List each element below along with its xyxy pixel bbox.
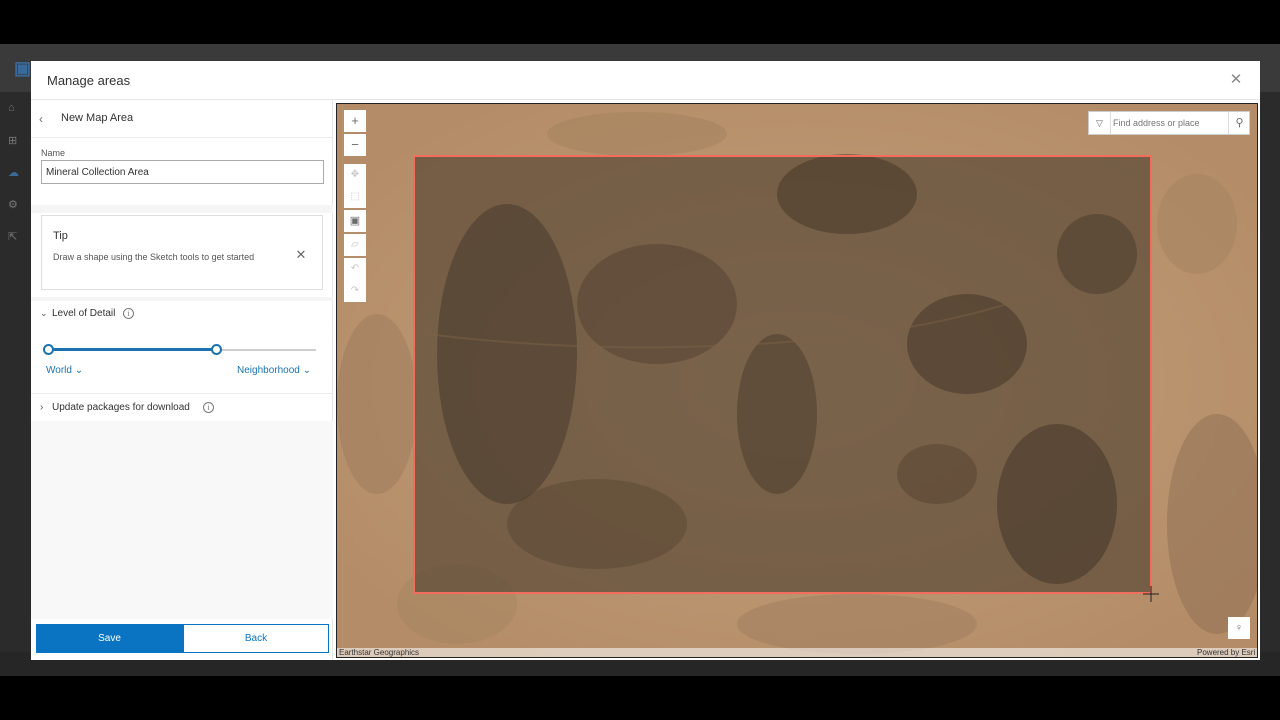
gear-icon: ⚙ [8,199,18,211]
zoom-out-button[interactable]: − [344,134,366,156]
search-input[interactable] [1113,115,1223,131]
undo-icon[interactable]: ↶ [344,258,366,280]
detail-slider-range [48,348,217,351]
dialog-header: Manage areas ✕ [31,61,1260,100]
hierarchy-icon: ⊞ [8,135,18,147]
section-divider [31,297,333,301]
draw-polygon-icon[interactable]: ▱ [344,234,366,256]
attribution-bar: Earthstar Geographics Powered by Esri [337,648,1257,657]
select-icon[interactable]: ⬚ [344,186,366,208]
section-divider [31,393,333,394]
panel-empty-area [31,421,333,619]
level-of-detail-label: Level of Detail [52,308,116,319]
section-divider [31,205,333,213]
map-view[interactable]: + − ✥ ⬚ ▣ ▱ ↶ ↷ ▽ ⚲ ♀ Earthstar Geograph… [336,103,1258,658]
level-of-detail-toggle[interactable]: ⌄ Level of Detail i [31,302,333,328]
max-level-select[interactable]: Neighborhood ⌄ [237,365,311,376]
letterbox-top [0,0,1280,44]
lightbulb-icon[interactable]: ♀ [1228,617,1250,639]
letterbox-bottom [0,676,1280,720]
chevron-right-icon: › [40,402,44,413]
selection-area[interactable] [413,154,1152,594]
dialog-title: Manage areas [47,73,131,88]
chevron-down-icon: ⌄ [40,308,48,318]
tip-title: Tip [53,230,68,242]
manage-areas-dialog: Manage areas ✕ ‹ New Map Area Name Tip D… [31,61,1260,660]
draw-rectangle-icon[interactable]: ▣ [344,210,366,232]
satellite-imagery [337,104,1257,657]
name-input[interactable] [41,160,324,184]
min-level-value: World [46,365,72,376]
cloud-icon: ☁ [8,167,19,179]
max-level-value: Neighborhood [237,365,300,376]
close-icon[interactable]: ✕ [1228,70,1244,88]
crosshair-cursor-icon [1143,586,1159,602]
zoom-in-button[interactable]: + [344,110,366,132]
pan-icon[interactable]: ✥ [344,164,366,186]
chevron-down-icon: ⌄ [302,365,311,376]
info-icon[interactable]: i [123,308,134,319]
detail-slider-max-handle[interactable] [211,344,223,355]
panel-title: New Map Area [61,112,134,124]
export-icon: ⇱ [8,231,18,243]
search-icon[interactable]: ⚲ [1228,112,1250,134]
map-area-panel: ‹ New Map Area Name Tip Draw a shape usi… [31,101,333,660]
search-widget: ▽ ⚲ [1088,111,1250,135]
min-level-select[interactable]: World ⌄ [46,365,83,376]
chevron-down-icon: ⌄ [74,365,84,376]
info-icon[interactable]: i [203,402,214,413]
save-button[interactable]: Save [36,624,183,653]
app-logo-icon: ▣ [14,58,32,78]
redo-icon[interactable]: ↷ [344,280,366,302]
panel-header: ‹ New Map Area [31,101,333,138]
search-source-dropdown-icon[interactable]: ▽ [1089,112,1111,134]
attribution-source: Earthstar Geographics [339,648,420,657]
home-icon: ⌂ [8,102,15,114]
tip-body: Draw a shape using the Sketch tools to g… [53,252,255,262]
attribution-powered-by: Powered by Esri [1197,648,1256,657]
update-packages-toggle[interactable]: › Update packages for download i [31,396,333,420]
chevron-left-icon[interactable]: ‹ [39,112,49,126]
tip-close-icon[interactable]: ✕ [294,247,308,262]
name-label: Name [41,148,66,158]
tip-box: Tip Draw a shape using the Sketch tools … [41,215,323,290]
update-packages-label: Update packages for download [52,402,190,413]
detail-slider-min-handle[interactable] [42,344,54,355]
back-button[interactable]: Back [183,624,329,653]
